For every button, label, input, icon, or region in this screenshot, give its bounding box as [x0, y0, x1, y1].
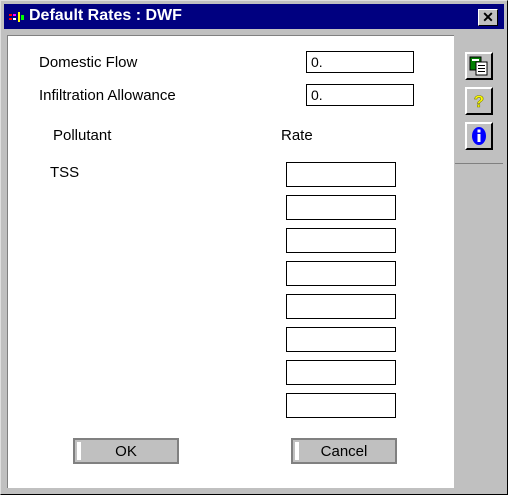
rate-field-5[interactable] [286, 294, 396, 319]
rate-field-1[interactable] [286, 162, 396, 187]
pollutant-column-header: Pollutant [53, 127, 112, 144]
rate-field-3[interactable] [286, 228, 396, 253]
rate-field-7[interactable] [286, 360, 396, 385]
close-icon: ✕ [482, 9, 494, 25]
ok-button[interactable]: OK [73, 438, 179, 464]
rate-field-2[interactable] [286, 195, 396, 220]
infiltration-allowance-field[interactable] [306, 84, 414, 106]
help-question-icon: ? [474, 92, 485, 111]
info-button[interactable] [465, 122, 493, 150]
title-bar[interactable]: Default Rates : DWF ✕ [4, 4, 504, 29]
pollutant-name-tss: TSS [50, 164, 80, 181]
cancel-button[interactable]: Cancel [291, 438, 397, 464]
rate-field-4[interactable] [286, 261, 396, 286]
domestic-flow-label: Domestic Flow [39, 54, 138, 71]
info-icon [472, 127, 486, 145]
copy-pages-icon [469, 56, 488, 76]
domestic-flow-field[interactable] [306, 51, 414, 73]
svg-text:?: ? [474, 92, 484, 111]
form-area: Domestic Flow Infiltration Allowance Pol… [7, 35, 454, 488]
rate-field-8[interactable] [286, 393, 396, 418]
dialog-window: Default Rates : DWF ✕ Domestic Flow Infi… [0, 0, 508, 495]
window-title: Default Rates : DWF [29, 7, 182, 24]
copy-button[interactable] [465, 52, 493, 80]
rate-column-header: Rate [281, 127, 313, 144]
toolbar-strip: ? [455, 35, 503, 164]
close-button[interactable]: ✕ [478, 9, 498, 26]
infiltration-allowance-label: Infiltration Allowance [39, 87, 176, 104]
side-toolbar: ? [454, 35, 504, 487]
help-button[interactable]: ? [465, 87, 493, 115]
app-icon [9, 12, 24, 22]
rate-field-6[interactable] [286, 327, 396, 352]
